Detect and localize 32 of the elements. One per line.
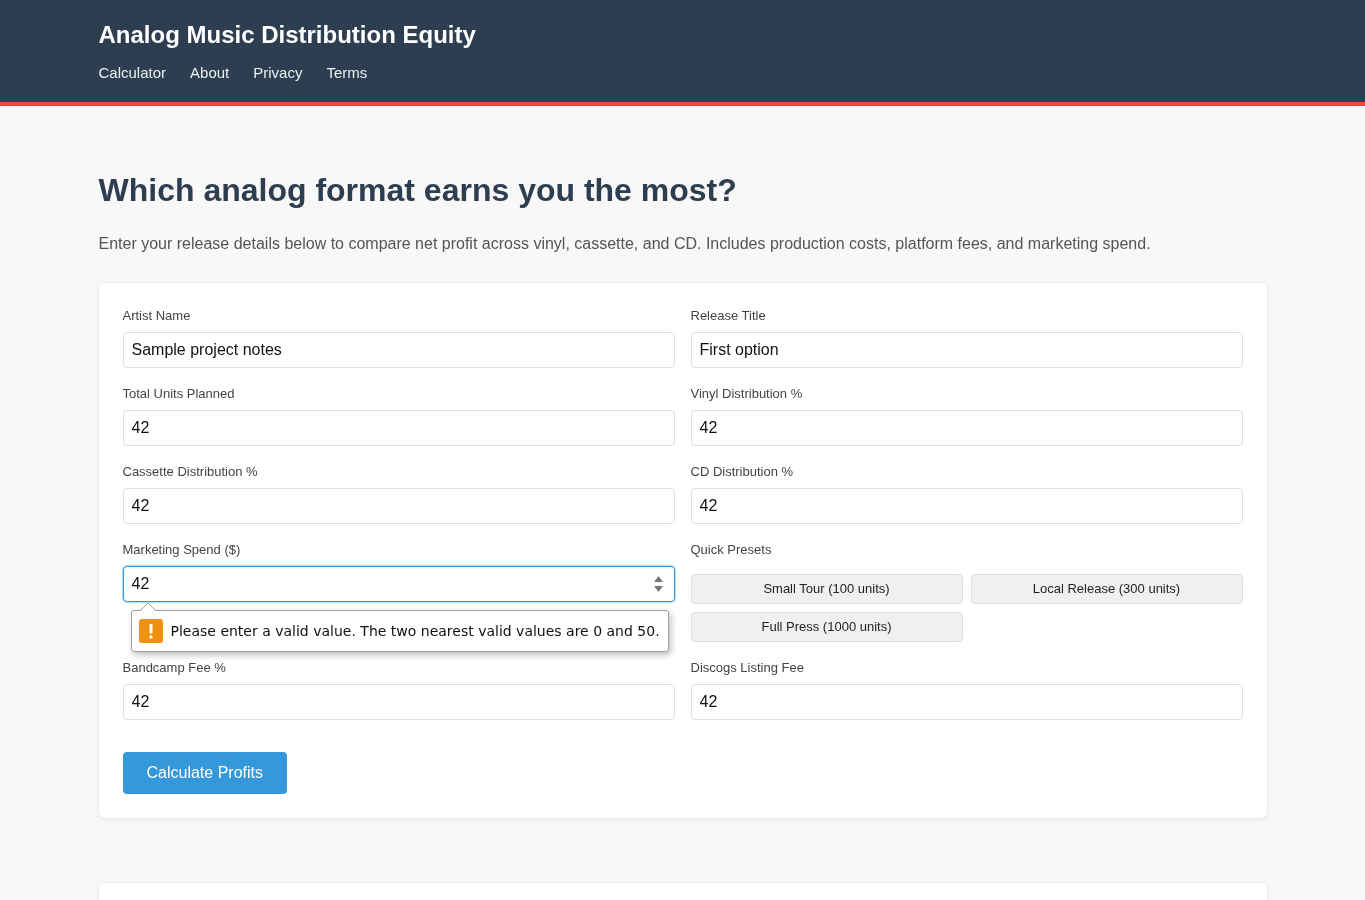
warning-icon — [138, 619, 163, 643]
field-label: CD Distribution % — [690, 463, 794, 481]
field-label: Cassette Distribution % — [122, 463, 258, 481]
validation-message: Please enter a valid value. The two nearest valid values are 0 and 50. — [170, 622, 660, 641]
input-field[interactable]: 42 — [690, 684, 1243, 720]
nav-link[interactable]: Terms — [326, 63, 368, 83]
field-label: Artist Name — [122, 307, 191, 325]
preset-button[interactable]: Full Press (1000 units) — [690, 612, 963, 642]
nav-link[interactable]: About — [190, 63, 230, 83]
field-label: Bandcamp Fee % — [122, 659, 226, 677]
nav-link[interactable]: Privacy — [253, 63, 303, 83]
preset-button[interactable]: Small Tour (100 units) — [690, 574, 963, 604]
input-field[interactable]: Sample project notes — [122, 332, 675, 368]
field-label: Release Title — [690, 307, 766, 325]
intro-text: Enter your release details below to compare net profit across vinyl, cassette, and CD. Includes production costs, platform fees, and marketing spend. — [98, 234, 1152, 254]
presets-label: Quick Presets — [690, 541, 772, 559]
field-label: Total Units Planned — [122, 385, 235, 403]
input-field[interactable]: 42 — [122, 566, 675, 602]
input-field[interactable]: First option — [690, 332, 1243, 368]
input-field[interactable]: 42 — [690, 488, 1243, 524]
input-field[interactable]: 42 — [690, 410, 1243, 446]
preset-button[interactable]: Local Release (300 units) — [970, 574, 1243, 604]
nav-link[interactable]: Calculator — [98, 63, 167, 83]
input-field[interactable]: 42 — [122, 684, 675, 720]
site-title: Analog Music Distribution Equity — [98, 20, 476, 49]
input-field[interactable]: 42 — [122, 410, 675, 446]
page-heading: Which analog format earns you the most? — [98, 171, 737, 209]
field-label: Discogs Listing Fee — [690, 659, 804, 677]
input-field[interactable]: 42 — [122, 488, 675, 524]
stepper-arrows-icon[interactable] — [653, 576, 663, 592]
field-label: Marketing Spend ($) — [122, 541, 241, 559]
field-label: Vinyl Distribution % — [690, 385, 803, 403]
